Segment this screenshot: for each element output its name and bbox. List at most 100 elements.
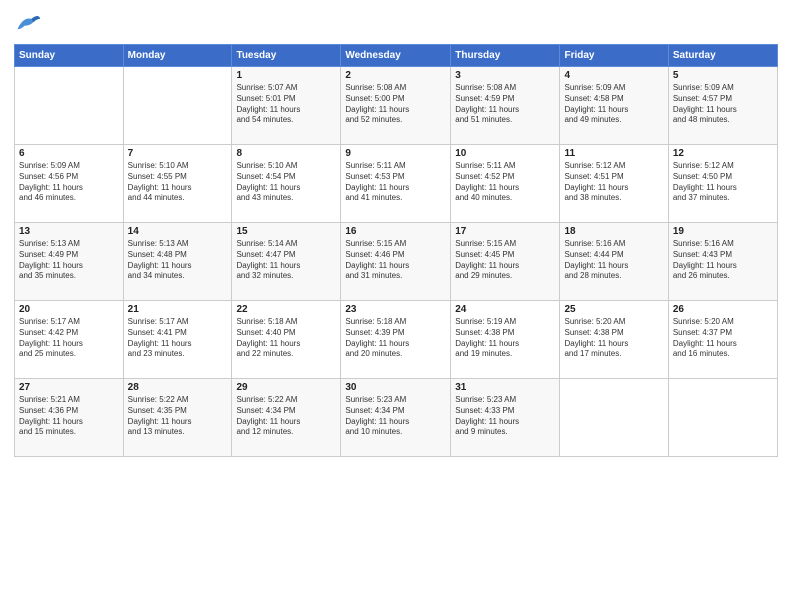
day-number: 18 xyxy=(564,226,663,237)
day-info: Sunrise: 5:10 AM Sunset: 4:54 PM Dayligh… xyxy=(236,161,336,204)
day-number: 22 xyxy=(236,304,336,315)
day-cell: 30Sunrise: 5:23 AM Sunset: 4:34 PM Dayli… xyxy=(341,379,451,457)
day-info: Sunrise: 5:09 AM Sunset: 4:57 PM Dayligh… xyxy=(673,83,773,126)
header-cell-tuesday: Tuesday xyxy=(232,45,341,67)
day-number: 8 xyxy=(236,148,336,159)
week-row-5: 27 Sunrise: 5:21 AM Sunset: 4:36 PM Dayli… xyxy=(15,379,778,457)
day-info: Sunrise: 5:15 AM Sunset: 4:45 PM Dayligh… xyxy=(455,239,555,282)
day-number: 26 xyxy=(673,304,773,315)
day-number: 21 xyxy=(128,304,228,315)
logo xyxy=(14,10,46,38)
day-cell: 23 Sunrise: 5:18 AM Sunset: 4:39 PM Dayli… xyxy=(341,301,451,379)
week-row-2: 6 Sunrise: 5:09 AM Sunset: 4:56 PM Daylig… xyxy=(15,145,778,223)
week-row-4: 20 Sunrise: 5:17 AM Sunset: 4:42 PM Dayli… xyxy=(15,301,778,379)
header-cell-friday: Friday xyxy=(560,45,668,67)
day-cell: 8 Sunrise: 5:10 AM Sunset: 4:54 PM Daylig… xyxy=(232,145,341,223)
week-row-3: 13 Sunrise: 5:13 AM Sunset: 4:49 PM Dayli… xyxy=(15,223,778,301)
day-number: 7 xyxy=(128,148,228,159)
day-info: Sunrise: 5:13 AM Sunset: 4:49 PM Dayligh… xyxy=(19,239,119,282)
day-cell: 10Sunrise: 5:11 AM Sunset: 4:52 PM Dayli… xyxy=(451,145,560,223)
day-number: 5 xyxy=(673,70,773,81)
header-cell-sunday: Sunday xyxy=(15,45,124,67)
header-cell-monday: Monday xyxy=(123,45,232,67)
day-cell: 6 Sunrise: 5:09 AM Sunset: 4:56 PM Daylig… xyxy=(15,145,124,223)
day-info: Sunrise: 5:13 AM Sunset: 4:48 PM Dayligh… xyxy=(128,239,228,282)
day-cell: 16 Sunrise: 5:15 AM Sunset: 4:46 PM Dayli… xyxy=(341,223,451,301)
day-number: 13 xyxy=(19,226,119,237)
day-number: 11 xyxy=(564,148,663,159)
day-cell: 11 Sunrise: 5:12 AM Sunset: 4:51 PM Dayli… xyxy=(560,145,668,223)
day-cell: 25 Sunrise: 5:20 AM Sunset: 4:38 PM Dayli… xyxy=(560,301,668,379)
day-cell: 14 Sunrise: 5:13 AM Sunset: 4:48 PM Dayli… xyxy=(123,223,232,301)
day-number: 16 xyxy=(345,226,446,237)
day-cell: 20 Sunrise: 5:17 AM Sunset: 4:42 PM Dayli… xyxy=(15,301,124,379)
day-number: 29 xyxy=(236,382,336,393)
day-cell: 22 Sunrise: 5:18 AM Sunset: 4:40 PM Dayli… xyxy=(232,301,341,379)
day-cell: 9Sunrise: 5:11 AM Sunset: 4:53 PM Daylig… xyxy=(341,145,451,223)
day-info: Sunrise: 5:17 AM Sunset: 4:41 PM Dayligh… xyxy=(128,317,228,360)
header-cell-wednesday: Wednesday xyxy=(341,45,451,67)
day-cell xyxy=(560,379,668,457)
day-info: Sunrise: 5:19 AM Sunset: 4:38 PM Dayligh… xyxy=(455,317,555,360)
day-cell: 5 Sunrise: 5:09 AM Sunset: 4:57 PM Daylig… xyxy=(668,67,777,145)
day-cell: 18Sunrise: 5:16 AM Sunset: 4:44 PM Dayli… xyxy=(560,223,668,301)
day-info: Sunrise: 5:11 AM Sunset: 4:53 PM Dayligh… xyxy=(345,161,446,204)
day-number: 25 xyxy=(564,304,663,315)
header-cell-thursday: Thursday xyxy=(451,45,560,67)
day-number: 4 xyxy=(564,70,663,81)
day-number: 1 xyxy=(236,70,336,81)
day-info: Sunrise: 5:09 AM Sunset: 4:56 PM Dayligh… xyxy=(19,161,119,204)
day-number: 2 xyxy=(345,70,446,81)
day-info: Sunrise: 5:18 AM Sunset: 4:39 PM Dayligh… xyxy=(345,317,446,360)
header xyxy=(14,10,778,38)
day-cell: 31Sunrise: 5:23 AM Sunset: 4:33 PM Dayli… xyxy=(451,379,560,457)
day-cell: 27 Sunrise: 5:21 AM Sunset: 4:36 PM Dayli… xyxy=(15,379,124,457)
day-info: Sunrise: 5:08 AM Sunset: 5:00 PM Dayligh… xyxy=(345,83,446,126)
day-number: 14 xyxy=(128,226,228,237)
day-number: 20 xyxy=(19,304,119,315)
day-info: Sunrise: 5:20 AM Sunset: 4:38 PM Dayligh… xyxy=(564,317,663,360)
day-number: 24 xyxy=(455,304,555,315)
logo-icon xyxy=(14,10,42,38)
day-info: Sunrise: 5:11 AM Sunset: 4:52 PM Dayligh… xyxy=(455,161,555,204)
day-cell xyxy=(123,67,232,145)
day-info: Sunrise: 5:16 AM Sunset: 4:43 PM Dayligh… xyxy=(673,239,773,282)
day-cell xyxy=(15,67,124,145)
day-info: Sunrise: 5:12 AM Sunset: 4:50 PM Dayligh… xyxy=(673,161,773,204)
day-info: Sunrise: 5:15 AM Sunset: 4:46 PM Dayligh… xyxy=(345,239,446,282)
day-cell xyxy=(668,379,777,457)
calendar-table: SundayMondayTuesdayWednesdayThursdayFrid… xyxy=(14,44,778,457)
day-number: 3 xyxy=(455,70,555,81)
day-info: Sunrise: 5:12 AM Sunset: 4:51 PM Dayligh… xyxy=(564,161,663,204)
day-cell: 12 Sunrise: 5:12 AM Sunset: 4:50 PM Dayli… xyxy=(668,145,777,223)
day-cell: 24 Sunrise: 5:19 AM Sunset: 4:38 PM Dayli… xyxy=(451,301,560,379)
day-info: Sunrise: 5:18 AM Sunset: 4:40 PM Dayligh… xyxy=(236,317,336,360)
day-cell: 7 Sunrise: 5:10 AM Sunset: 4:55 PM Daylig… xyxy=(123,145,232,223)
day-info: Sunrise: 5:22 AM Sunset: 4:34 PM Dayligh… xyxy=(236,395,336,438)
day-number: 27 xyxy=(19,382,119,393)
day-info: Sunrise: 5:07 AM Sunset: 5:01 PM Dayligh… xyxy=(236,83,336,126)
day-cell: 3Sunrise: 5:08 AM Sunset: 4:59 PM Daylig… xyxy=(451,67,560,145)
day-number: 6 xyxy=(19,148,119,159)
day-info: Sunrise: 5:09 AM Sunset: 4:58 PM Dayligh… xyxy=(564,83,663,126)
day-info: Sunrise: 5:21 AM Sunset: 4:36 PM Dayligh… xyxy=(19,395,119,438)
day-number: 15 xyxy=(236,226,336,237)
day-info: Sunrise: 5:10 AM Sunset: 4:55 PM Dayligh… xyxy=(128,161,228,204)
day-info: Sunrise: 5:17 AM Sunset: 4:42 PM Dayligh… xyxy=(19,317,119,360)
day-cell: 13 Sunrise: 5:13 AM Sunset: 4:49 PM Dayli… xyxy=(15,223,124,301)
day-number: 12 xyxy=(673,148,773,159)
day-cell: 17 Sunrise: 5:15 AM Sunset: 4:45 PM Dayli… xyxy=(451,223,560,301)
header-cell-saturday: Saturday xyxy=(668,45,777,67)
day-info: Sunrise: 5:14 AM Sunset: 4:47 PM Dayligh… xyxy=(236,239,336,282)
day-info: Sunrise: 5:20 AM Sunset: 4:37 PM Dayligh… xyxy=(673,317,773,360)
day-cell: 19Sunrise: 5:16 AM Sunset: 4:43 PM Dayli… xyxy=(668,223,777,301)
day-cell: 15 Sunrise: 5:14 AM Sunset: 4:47 PM Dayli… xyxy=(232,223,341,301)
week-row-1: 1 Sunrise: 5:07 AM Sunset: 5:01 PM Daylig… xyxy=(15,67,778,145)
page: SundayMondayTuesdayWednesdayThursdayFrid… xyxy=(0,0,792,612)
day-number: 23 xyxy=(345,304,446,315)
day-number: 17 xyxy=(455,226,555,237)
day-cell: 29 Sunrise: 5:22 AM Sunset: 4:34 PM Dayli… xyxy=(232,379,341,457)
day-cell: 4 Sunrise: 5:09 AM Sunset: 4:58 PM Daylig… xyxy=(560,67,668,145)
day-cell: 26 Sunrise: 5:20 AM Sunset: 4:37 PM Dayli… xyxy=(668,301,777,379)
day-info: Sunrise: 5:23 AM Sunset: 4:33 PM Dayligh… xyxy=(455,395,555,438)
